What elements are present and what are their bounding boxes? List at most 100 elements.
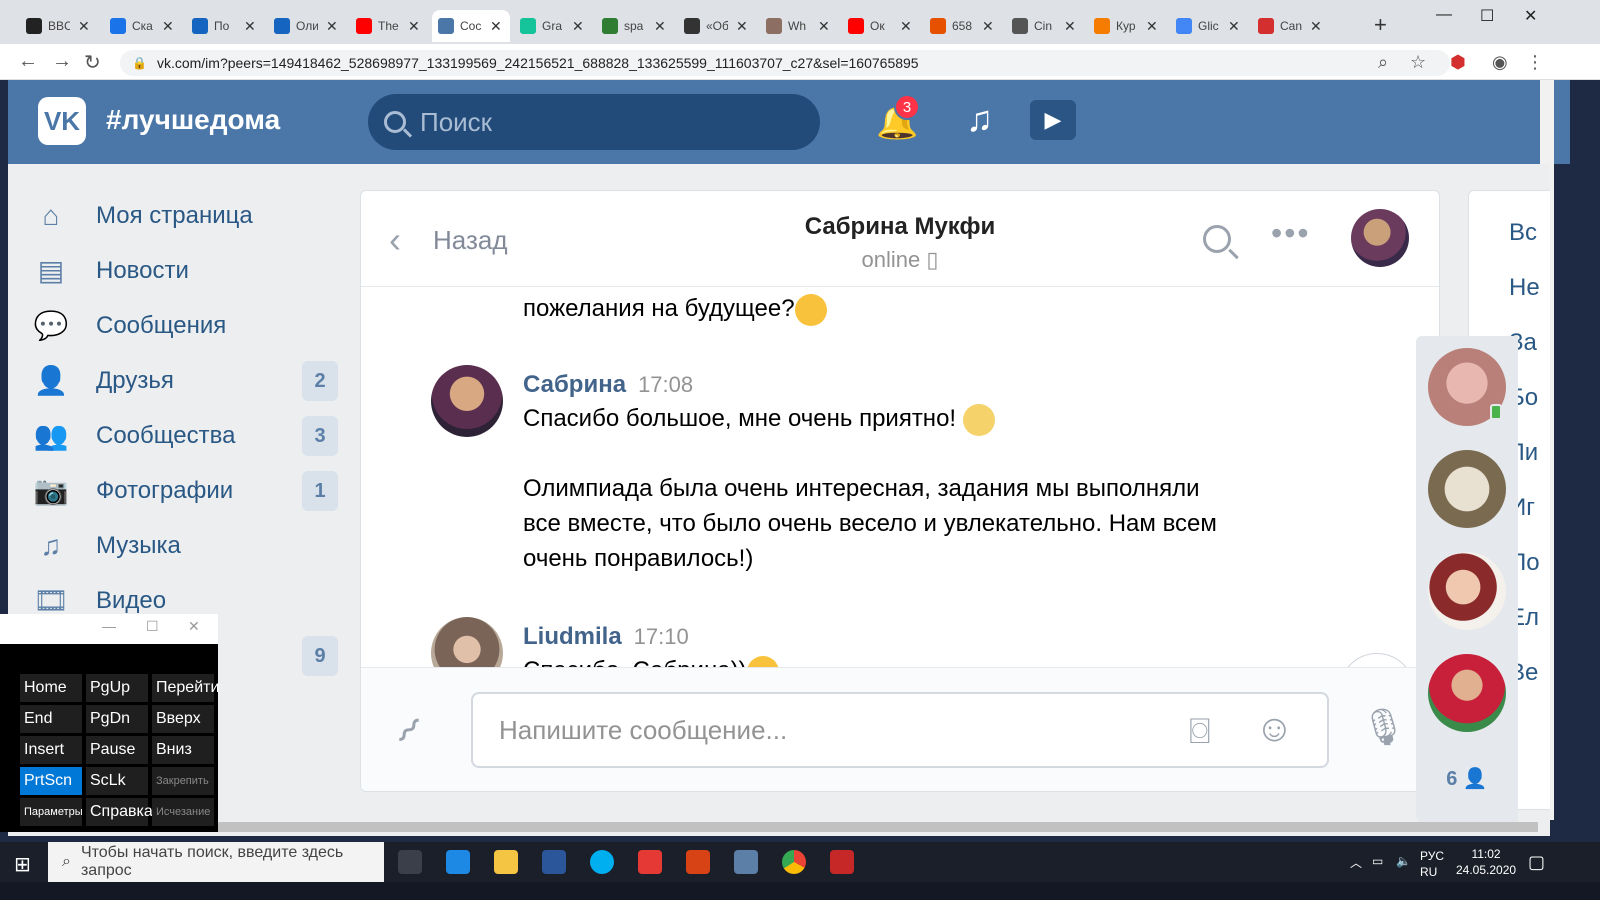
sidebar-item[interactable]: ♫ Музыка — [32, 518, 352, 573]
speaker-icon[interactable]: 🔈 — [1396, 854, 1411, 868]
osk-minimize-icon[interactable]: — — [102, 618, 116, 634]
sidebar-item[interactable]: 👤 Друзья 2 — [32, 353, 352, 408]
browser-tab[interactable]: Can ✕ — [1252, 10, 1330, 42]
tab-close-icon[interactable]: ✕ — [78, 18, 90, 35]
reader-app-icon[interactable] — [830, 850, 854, 874]
skype-icon[interactable] — [590, 850, 614, 874]
reload-icon[interactable]: ↻ — [84, 50, 101, 75]
browser-tab[interactable]: Кур ✕ — [1088, 10, 1166, 42]
message-author[interactable]: Liudmila 17:10 — [523, 623, 689, 651]
back-arrow-icon[interactable]: ← — [18, 50, 38, 73]
mail-app-icon[interactable] — [638, 850, 662, 874]
message-list[interactable]: пожелания на будущее? Сабрина 17:08 Спаси… — [361, 287, 1439, 667]
sidebar-item[interactable]: 💬 Сообщения — [32, 298, 352, 353]
tab-close-icon[interactable]: ✕ — [572, 18, 584, 35]
hashtag-title[interactable]: #лучшедома — [106, 104, 280, 136]
chat-search-icon[interactable] — [1203, 225, 1231, 253]
browser-tab[interactable]: Ок ✕ — [842, 10, 920, 42]
osk-key[interactable]: Параметры — [20, 798, 83, 826]
close-window-button[interactable]: ✕ — [1524, 6, 1537, 26]
windows-start-icon[interactable]: ⊞ — [14, 852, 31, 877]
file-explorer-icon[interactable] — [494, 850, 518, 874]
tab-close-icon[interactable]: ✕ — [654, 18, 666, 35]
sidebar-item[interactable]: ▤ Новости — [32, 243, 352, 298]
browser-tab[interactable]: Gra ✕ — [514, 10, 592, 42]
play-icon[interactable]: ▶ — [1030, 100, 1076, 140]
browser-tab[interactable]: Ска ✕ — [104, 10, 182, 42]
menu-icon[interactable]: ⋮ — [1526, 52, 1544, 73]
filter-item[interactable]: Вс — [1509, 219, 1537, 247]
more-options-icon[interactable]: ••• — [1271, 215, 1311, 252]
tab-close-icon[interactable]: ✕ — [1146, 18, 1158, 35]
browser-tab[interactable]: Сос ✕ — [432, 10, 510, 42]
tab-close-icon[interactable]: ✕ — [900, 18, 912, 35]
microphone-icon[interactable]: 🎙 — [1361, 706, 1407, 748]
vk-search-input[interactable]: Поиск — [368, 94, 820, 150]
osk-key[interactable]: PrtScn — [20, 767, 82, 795]
sabrina-avatar[interactable] — [431, 365, 503, 437]
forward-arrow-icon[interactable]: → — [52, 50, 72, 73]
osk-key[interactable]: End — [20, 705, 82, 733]
browser-tab[interactable]: Оли ✕ — [268, 10, 346, 42]
osk-key[interactable]: Исчезание — [152, 798, 214, 826]
browser-tab[interactable]: spa ✕ — [596, 10, 674, 42]
network-app-icon[interactable] — [734, 850, 758, 874]
contact-avatar[interactable] — [1351, 209, 1409, 267]
tab-close-icon[interactable]: ✕ — [1228, 18, 1240, 35]
tab-close-icon[interactable]: ✕ — [1310, 18, 1322, 35]
osk-key[interactable]: Справка — [86, 798, 153, 826]
sidebar-item[interactable]: 📷 Фотографии 1 — [32, 463, 352, 518]
browser-tab[interactable]: Cin ✕ — [1006, 10, 1084, 42]
tab-close-icon[interactable]: ✕ — [736, 18, 748, 35]
osk-maximize-icon[interactable]: ☐ — [146, 618, 159, 635]
tab-close-icon[interactable]: ✕ — [818, 18, 830, 35]
tab-close-icon[interactable]: ✕ — [408, 18, 420, 35]
tab-close-icon[interactable]: ✕ — [1064, 18, 1076, 35]
language-indicator[interactable]: РУС RU — [1420, 848, 1444, 880]
friend-avatar[interactable] — [1428, 552, 1506, 630]
friend-avatar[interactable] — [1428, 450, 1506, 528]
browser-tab[interactable]: Wh ✕ — [760, 10, 838, 42]
message-author[interactable]: Сабрина 17:08 — [523, 371, 693, 399]
browser-tab[interactable]: По ✕ — [186, 10, 264, 42]
maximize-button[interactable]: ☐ — [1480, 6, 1494, 26]
horizontal-scrollbar[interactable] — [218, 822, 1538, 832]
sidebar-item[interactable]: 👥 Сообщества 3 — [32, 408, 352, 463]
osk-close-icon[interactable]: ✕ — [188, 618, 200, 635]
osk-key[interactable]: Перейти — [152, 674, 219, 702]
task-view-icon[interactable] — [398, 850, 422, 874]
url-field[interactable]: 🔒 vk.com/im?peers=149418462_528698977_13… — [120, 50, 1450, 76]
osk-key[interactable]: Pause — [86, 736, 148, 764]
tab-close-icon[interactable]: ✕ — [162, 18, 174, 35]
message-input[interactable] — [473, 694, 1113, 766]
notifications-icon[interactable]: ▢ — [1528, 852, 1545, 873]
tab-close-icon[interactable]: ✕ — [982, 18, 994, 35]
friend-avatar[interactable] — [1428, 654, 1506, 732]
tab-close-icon[interactable]: ✕ — [490, 18, 502, 35]
chrome-icon[interactable] — [782, 850, 806, 874]
osk-key[interactable]: Home — [20, 674, 82, 702]
extension-icon[interactable]: ⬢ — [1450, 52, 1466, 73]
bookmark-star-icon[interactable]: ☆ — [1410, 52, 1426, 73]
minimize-button[interactable]: — — [1436, 6, 1452, 24]
tab-close-icon[interactable]: ✕ — [326, 18, 338, 35]
emoji-icon[interactable]: ☺ — [1255, 708, 1294, 751]
browser-tab[interactable]: BBC ✕ — [20, 10, 98, 42]
friends-count[interactable]: 6 👤 — [1416, 766, 1518, 791]
browser-tab[interactable]: 658 ✕ — [924, 10, 1002, 42]
osk-key[interactable]: Закрепить — [152, 767, 214, 795]
zoom-icon[interactable]: ⌕ — [1378, 52, 1388, 73]
scroll-down-button[interactable]: ⌄ — [1339, 653, 1415, 667]
sidebar-item[interactable]: ⌂ Моя страница — [32, 188, 352, 243]
camera-icon[interactable]: ⌼ — [1189, 710, 1211, 753]
profile-icon[interactable]: ◉ — [1492, 52, 1508, 73]
edge-icon[interactable] — [446, 850, 470, 874]
browser-tab[interactable]: «Об ✕ — [678, 10, 756, 42]
taskbar-search[interactable]: ⌕ Чтобы начать поиск, введите здесь запр… — [48, 842, 384, 882]
tray-chevron-up-icon[interactable]: ︿ — [1350, 854, 1362, 871]
tab-close-icon[interactable]: ✕ — [244, 18, 256, 35]
word-icon[interactable] — [542, 850, 566, 874]
filter-item[interactable]: Не — [1509, 274, 1540, 302]
osk-key[interactable]: Вверх — [152, 705, 214, 733]
taskbar-clock[interactable]: 11:02 24.05.2020 — [1456, 846, 1516, 878]
